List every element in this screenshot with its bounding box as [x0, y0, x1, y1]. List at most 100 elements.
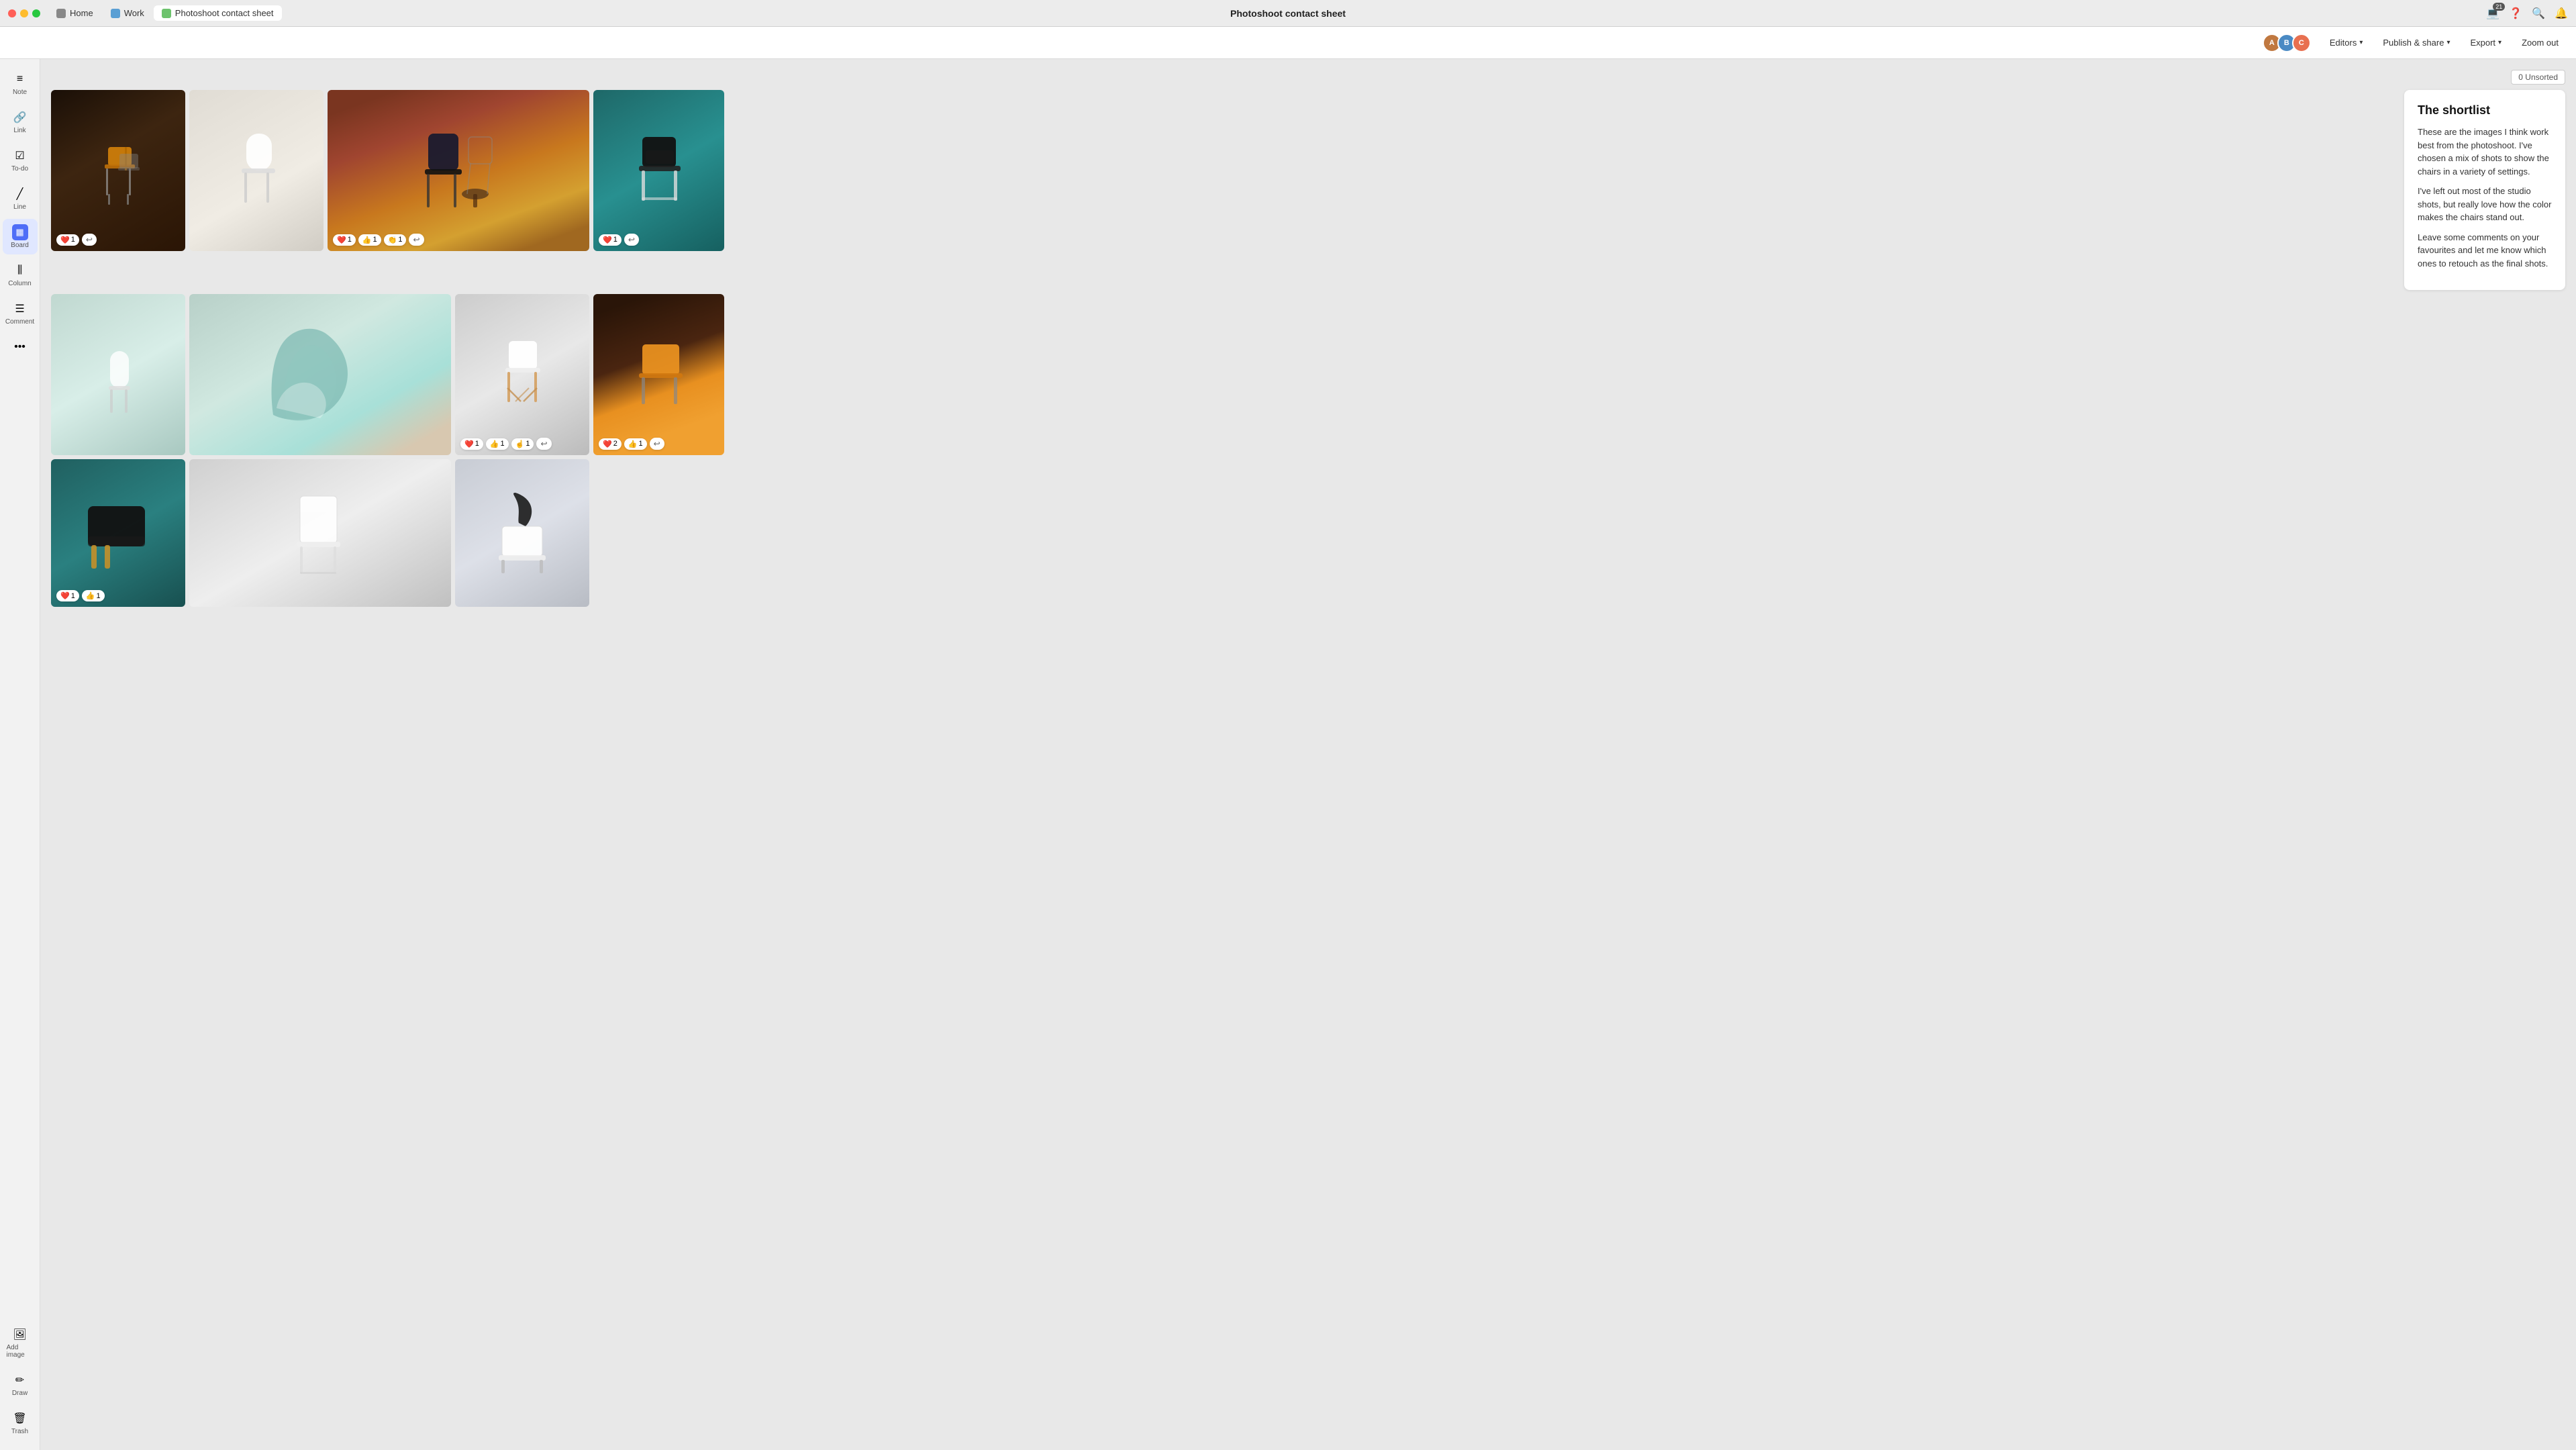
help-icon[interactable]: ❓	[2509, 7, 2522, 20]
page-title: Photoshoot contact sheet	[1230, 8, 1346, 19]
reaction-thumb-8[interactable]: 👍1	[624, 438, 647, 450]
todo-icon: ☑	[12, 148, 28, 164]
image-1-content	[51, 90, 185, 251]
reaction-heart-4[interactable]: ❤️1	[599, 234, 622, 246]
sidebar-item-link[interactable]: 🔗 Link	[3, 104, 38, 140]
bell-icon[interactable]: 🔔	[2555, 7, 2568, 20]
reaction-bar-8: ❤️2 👍1 ↩	[599, 438, 664, 450]
sidebar-item-more[interactable]: •••	[3, 334, 38, 360]
sidebar-item-line[interactable]: ╱ Line	[3, 181, 38, 216]
reaction-clap-3[interactable]: 👏1	[384, 234, 407, 246]
tab-home[interactable]: Home	[48, 5, 101, 21]
reaction-heart-3[interactable]: ❤️1	[333, 234, 356, 246]
reaction-thumb-7[interactable]: 👍1	[486, 438, 509, 450]
image-card-7[interactable]: ❤️1 👍1 ☝️1 ↩	[455, 294, 589, 455]
title-bar: Home Work Photoshoot contact sheet Photo…	[0, 0, 2576, 27]
chevron-down-icon: ▾	[2446, 39, 2450, 46]
editors-button[interactable]: Editors ▾	[2323, 34, 2370, 51]
trash-icon: 🗑	[12, 1410, 28, 1427]
draw-icon: ✏	[12, 1372, 28, 1388]
image-10-content	[189, 459, 451, 607]
reaction-heart[interactable]: ❤️1	[56, 234, 79, 246]
avatar-3: C	[2292, 34, 2311, 52]
toolbar: A B C Editors ▾ Publish & share ▾ Export…	[0, 27, 2576, 59]
reaction-bar-1: ❤️1 ↩	[56, 234, 97, 246]
reaction-heart-9[interactable]: ❤️1	[56, 590, 79, 601]
reaction-thumb-9[interactable]: 👍1	[82, 590, 105, 601]
link-icon: 🔗	[12, 109, 28, 126]
tab-doc[interactable]: Photoshoot contact sheet	[154, 5, 282, 21]
reaction-bar-7: ❤️1 👍1 ☝️1 ↩	[460, 438, 552, 450]
reaction-add-8[interactable]: ↩	[650, 438, 664, 450]
annotation-card: The shortlist These are the images I thi…	[2404, 90, 2565, 290]
sidebar-item-note[interactable]: ≡ Note	[3, 66, 38, 101]
image-card-1[interactable]: ❤️1 ↩	[51, 90, 185, 251]
sidebar-item-comment[interactable]: ☰ Comment	[3, 295, 38, 331]
image-2-content	[189, 90, 324, 251]
image-card-9[interactable]: ❤️1 👍1	[51, 459, 185, 607]
board-icon: ▦	[12, 224, 28, 240]
zoom-out-button[interactable]: Zoom out	[2515, 34, 2565, 51]
sidebar-item-add-image[interactable]: 🖼 Add image	[3, 1321, 38, 1364]
reaction-bar-4: ❤️1 ↩	[599, 234, 639, 246]
sidebar-item-column[interactable]: ⫼ Column	[3, 257, 38, 293]
reaction-thumb-3[interactable]: 👍1	[358, 234, 381, 246]
sidebar-item-trash[interactable]: 🗑 Trash	[3, 1405, 38, 1441]
reaction-add-4[interactable]: ↩	[624, 234, 639, 246]
image-card-8[interactable]: ❤️2 👍1 ↩	[593, 294, 724, 455]
annotation-para-2: I've left out most of the studio shots, …	[2418, 185, 2552, 224]
device-icon[interactable]: 💻 21	[2486, 7, 2499, 20]
reaction-bar-3: ❤️1 👍1 👏1 ↩	[333, 234, 424, 246]
tab-home-label: Home	[70, 8, 93, 18]
image-7-content	[455, 294, 589, 455]
annotation-para-3: Leave some comments on your favourites a…	[2418, 231, 2552, 271]
tab-doc-label: Photoshoot contact sheet	[175, 8, 274, 18]
board-canvas: 0 Unsorted	[40, 59, 2576, 1450]
sidebar-item-todo[interactable]: ☑ To-do	[3, 142, 38, 178]
maximize-button[interactable]	[32, 9, 40, 17]
reaction-add-7[interactable]: ↩	[536, 438, 551, 450]
image-11-content	[455, 459, 589, 607]
search-icon[interactable]: 🔍	[2532, 7, 2545, 20]
comment-icon: ☰	[12, 301, 28, 317]
image-8-content	[593, 294, 724, 455]
image-card-10[interactable]	[189, 459, 451, 607]
work-icon	[111, 9, 120, 18]
chevron-down-icon: ▾	[2498, 39, 2501, 46]
reaction-heart-8[interactable]: ❤️2	[599, 438, 622, 450]
image-card-2[interactable]	[189, 90, 324, 251]
sidebar-item-board[interactable]: ▦ Board	[3, 219, 38, 254]
add-image-icon: 🖼	[12, 1326, 28, 1343]
left-sidebar: ≡ Note 🔗 Link ☑ To-do ╱ Line ▦ Board ⫼ C…	[0, 59, 40, 1450]
sidebar-item-draw[interactable]: ✏ Draw	[3, 1367, 38, 1402]
line-icon: ╱	[12, 186, 28, 202]
home-icon	[56, 9, 66, 18]
editor-avatars: A B C	[2263, 34, 2311, 52]
close-button[interactable]	[8, 9, 16, 17]
image-3-content	[328, 90, 589, 251]
reaction-add-3[interactable]: ↩	[409, 234, 424, 246]
image-4-content	[593, 90, 724, 251]
note-icon: ≡	[12, 71, 28, 87]
minimize-button[interactable]	[20, 9, 28, 17]
annotation-para-1: These are the images I think work best f…	[2418, 126, 2552, 178]
column-icon: ⫼	[12, 262, 28, 279]
tab-bar: Home Work Photoshoot contact sheet	[48, 5, 282, 21]
image-card-5[interactable]	[51, 294, 185, 455]
image-5-content	[51, 294, 185, 455]
reaction-point-7[interactable]: ☝️1	[511, 438, 534, 450]
image-card-6[interactable]	[189, 294, 451, 455]
tab-work-label: Work	[124, 8, 144, 18]
reaction-add[interactable]: ↩	[82, 234, 97, 246]
reaction-heart-7[interactable]: ❤️1	[460, 438, 483, 450]
export-button[interactable]: Export ▾	[2463, 34, 2508, 51]
publish-share-button[interactable]: Publish & share ▾	[2376, 34, 2457, 51]
image-card-3[interactable]: ❤️1 👍1 👏1 ↩	[328, 90, 589, 251]
annotation-title: The shortlist	[2418, 103, 2552, 117]
unsorted-badge: 0 Unsorted	[2511, 70, 2565, 85]
image-card-4[interactable]: ❤️1 ↩	[593, 90, 724, 251]
image-card-11[interactable]	[455, 459, 589, 607]
tab-work[interactable]: Work	[103, 5, 152, 21]
unsorted-bar: 0 Unsorted	[51, 70, 2565, 85]
image-9-content	[51, 459, 185, 607]
